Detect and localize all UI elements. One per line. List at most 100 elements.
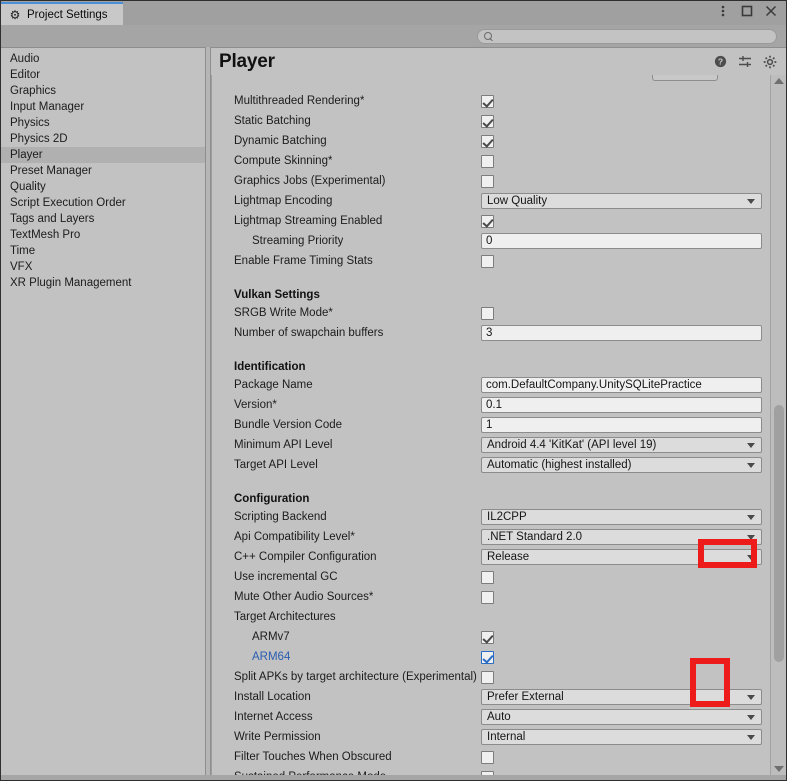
row-bundle-version-code[interactable]: Bundle Version Code 1	[212, 415, 770, 435]
row-dynamic-batching[interactable]: Dynamic Batching	[212, 131, 770, 151]
row-graphics-jobs-experimental[interactable]: Graphics Jobs (Experimental)	[212, 171, 770, 191]
search-input[interactable]	[497, 30, 770, 42]
row-split-apks-by-target-architecture-experimental[interactable]: Split APKs by target architecture (Exper…	[212, 667, 770, 687]
sidebar-item-audio[interactable]: Audio	[1, 51, 205, 67]
search-box[interactable]	[477, 28, 777, 44]
clipped-platform-button[interactable]	[652, 75, 718, 81]
input-bundle-version-code[interactable]: 1	[481, 417, 762, 433]
checkbox-lightmap-streaming-enabled[interactable]	[481, 214, 494, 228]
row-armv7[interactable]: ARMv7	[212, 627, 770, 647]
scrollbar-thumb[interactable]	[774, 404, 784, 662]
row-internet-access[interactable]: Internet Access Auto	[212, 707, 770, 727]
dropdown-api-compatibility-level[interactable]: .NET Standard 2.0	[481, 529, 762, 545]
maximize-button[interactable]	[740, 4, 754, 18]
row-lightmap-streaming-enabled[interactable]: Lightmap Streaming Enabled	[212, 211, 770, 231]
checkbox-arm64[interactable]	[481, 650, 494, 664]
scrollbar-track[interactable]	[771, 87, 786, 763]
dropdown-target-api-level[interactable]: Automatic (highest installed)	[481, 457, 762, 473]
dropdown-internet-access[interactable]: Auto	[481, 709, 762, 725]
sidebar-item-physics-2d[interactable]: Physics 2D	[1, 131, 205, 147]
checkbox-sustained-performance-mode[interactable]	[481, 770, 494, 775]
sidebar-item-input-manager[interactable]: Input Manager	[1, 99, 205, 115]
sidebar-item-editor[interactable]: Editor	[1, 67, 205, 83]
checkbox-srgb-write-mode[interactable]	[481, 306, 494, 320]
row-package-name[interactable]: Package Name com.DefaultCompany.UnitySQLi…	[212, 375, 770, 395]
preset-icon[interactable]	[738, 55, 752, 69]
settings-sidebar[interactable]: Audio Editor Graphics Input Manager Physics P…	[1, 47, 206, 775]
input-version[interactable]: 0.1	[481, 397, 762, 413]
svg-text:?: ?	[717, 57, 722, 67]
row-streaming-priority[interactable]: Streaming Priority 0	[212, 231, 770, 251]
sidebar-item-xr-plugin-management[interactable]: XR Plugin Management	[1, 275, 205, 291]
row-enable-frame-timing-stats[interactable]: Enable Frame Timing Stats	[212, 251, 770, 271]
checkbox-use-incremental-gc[interactable]	[481, 570, 494, 584]
row-api-compatibility-level[interactable]: Api Compatibility Level* .NET Standard 2.…	[212, 527, 770, 547]
window-menu-button[interactable]	[716, 4, 730, 18]
input-package-name[interactable]: com.DefaultCompany.UnitySQLitePractice	[481, 377, 762, 393]
row-srgb-write-mode[interactable]: SRGB Write Mode*	[212, 303, 770, 323]
checkbox-dynamic-batching[interactable]	[481, 134, 494, 148]
help-icon[interactable]: ?	[713, 55, 727, 69]
checkbox-enable-frame-timing-stats[interactable]	[481, 254, 494, 268]
dropdown-install-location[interactable]: Prefer External	[481, 689, 762, 705]
section-title-configuration: Configuration	[234, 493, 310, 505]
window-body: Audio Editor Graphics Input Manager Physics P…	[1, 47, 786, 775]
dropdown-c-compiler-configuration[interactable]: Release	[481, 549, 762, 565]
field-label-internet-access: Internet Access	[234, 711, 313, 723]
row-use-incremental-gc[interactable]: Use incremental GC	[212, 567, 770, 587]
checkbox-split-apks-by-target-architecture-experimental[interactable]	[481, 670, 494, 684]
field-use-incremental-gc	[481, 570, 762, 584]
sidebar-item-physics[interactable]: Physics	[1, 115, 205, 131]
close-button[interactable]	[764, 4, 778, 18]
dropdown-scripting-backend[interactable]: IL2CPP	[481, 509, 762, 525]
field-label-srgb-write-mode: SRGB Write Mode*	[234, 307, 333, 319]
field-bundle-version-code: 1	[481, 417, 762, 433]
dropdown-minimum-api-level[interactable]: Android 4.4 'KitKat' (API level 19)	[481, 437, 762, 453]
checkbox-mute-other-audio-sources[interactable]	[481, 590, 494, 604]
row-scripting-backend[interactable]: Scripting Backend IL2CPP	[212, 507, 770, 527]
row-multithreaded-rendering[interactable]: Multithreaded Rendering*	[212, 91, 770, 111]
sidebar-item-time[interactable]: Time	[1, 243, 205, 259]
dropdown-lightmap-encoding[interactable]: Low Quality	[481, 193, 762, 209]
row-write-permission[interactable]: Write Permission Internal	[212, 727, 770, 747]
scroll-up-arrow[interactable]	[773, 78, 784, 84]
row-target-api-level[interactable]: Target API Level Automatic (highest insta…	[212, 455, 770, 475]
sidebar-item-tags-and-layers[interactable]: Tags and Layers	[1, 211, 205, 227]
row-lightmap-encoding[interactable]: Lightmap Encoding Low Quality	[212, 191, 770, 211]
row-c-compiler-configuration[interactable]: C++ Compiler Configuration Release	[212, 547, 770, 567]
gear-icon[interactable]	[763, 55, 777, 69]
row-compute-skinning[interactable]: Compute Skinning*	[212, 151, 770, 171]
row-target-architectures: Target Architectures	[212, 607, 770, 627]
sidebar-item-preset-manager[interactable]: Preset Manager	[1, 163, 205, 179]
row-minimum-api-level[interactable]: Minimum API Level Android 4.4 'KitKat' (A…	[212, 435, 770, 455]
sidebar-item-quality[interactable]: Quality	[1, 179, 205, 195]
checkbox-static-batching[interactable]	[481, 114, 494, 128]
checkbox-graphics-jobs-experimental[interactable]	[481, 174, 494, 188]
row-mute-other-audio-sources[interactable]: Mute Other Audio Sources*	[212, 587, 770, 607]
dropdown-write-permission[interactable]: Internal	[481, 729, 762, 745]
checkbox-filter-touches-when-obscured[interactable]	[481, 750, 494, 764]
checkbox-multithreaded-rendering[interactable]	[481, 94, 494, 108]
sidebar-item-script-execution-order[interactable]: Script Execution Order	[1, 195, 205, 211]
row-filter-touches-when-obscured[interactable]: Filter Touches When Obscured	[212, 747, 770, 767]
sidebar-item-vfx[interactable]: VFX	[1, 259, 205, 275]
checkbox-armv7[interactable]	[481, 630, 494, 644]
input-streaming-priority[interactable]: 0	[481, 233, 762, 249]
field-dynamic-batching	[481, 134, 762, 148]
row-arm64[interactable]: ARM64	[212, 647, 770, 667]
row-version[interactable]: Version* 0.1	[212, 395, 770, 415]
tab-project-settings[interactable]: ⚙ Project Settings	[1, 2, 123, 25]
chevron-down-icon	[747, 694, 755, 700]
row-number-of-swapchain-buffers[interactable]: Number of swapchain buffers 3	[212, 323, 770, 343]
input-number-of-swapchain-buffers[interactable]: 3	[481, 325, 762, 341]
row-static-batching[interactable]: Static Batching	[212, 111, 770, 131]
dropdown-value-target-api-level: Automatic (highest installed)	[487, 459, 632, 471]
sidebar-item-player[interactable]: Player	[1, 147, 205, 163]
scroll-down-arrow[interactable]	[773, 766, 784, 772]
row-install-location[interactable]: Install Location Prefer External	[212, 687, 770, 707]
checkbox-compute-skinning[interactable]	[481, 154, 494, 168]
vertical-scrollbar[interactable]	[770, 75, 786, 775]
sidebar-item-textmesh-pro[interactable]: TextMesh Pro	[1, 227, 205, 243]
sidebar-item-graphics[interactable]: Graphics	[1, 83, 205, 99]
row-sustained-performance-mode[interactable]: Sustained Performance Mode	[212, 767, 770, 775]
